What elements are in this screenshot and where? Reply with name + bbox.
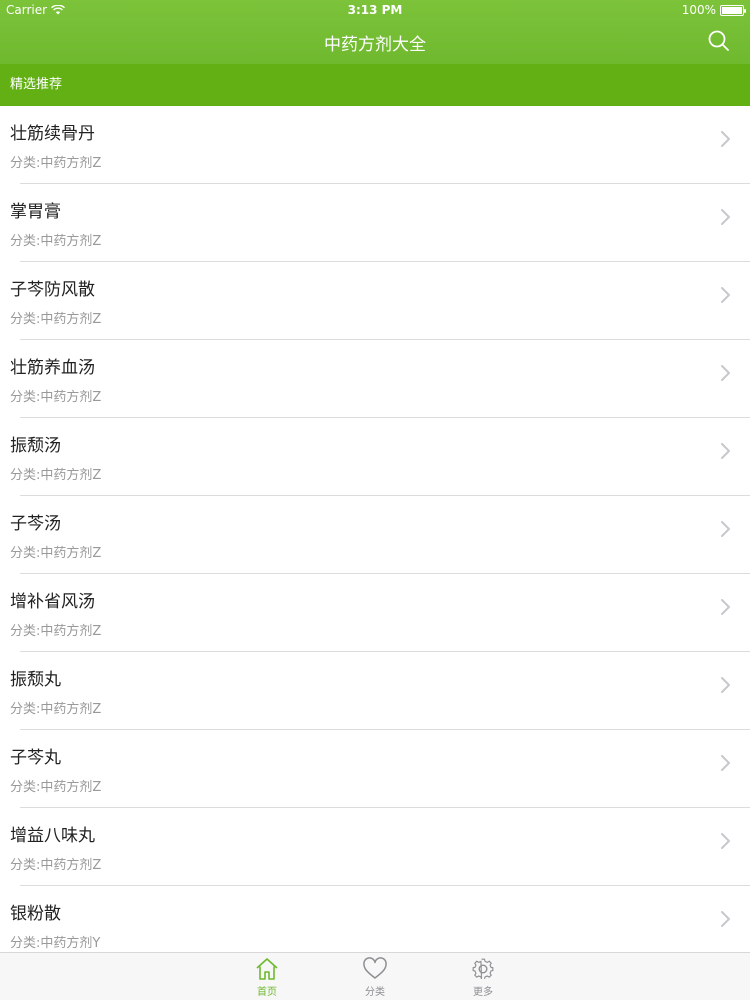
list-item-title: 振颓丸 bbox=[10, 670, 61, 690]
tab-home[interactable]: 首页 bbox=[237, 957, 297, 1000]
list-item-title: 子芩防风散 bbox=[10, 280, 95, 300]
tab-bar: 首页 分类 更多 bbox=[0, 952, 750, 1000]
chevron-right-icon bbox=[721, 755, 730, 771]
list-item-subtitle: 分类:中药方剂Z bbox=[10, 390, 102, 405]
navigation-bar: Carrier 3:13 PM 100% 中药方剂大全 bbox=[0, 0, 750, 64]
battery-icon bbox=[720, 4, 746, 16]
list-item[interactable]: 振颓丸分类:中药方剂Z bbox=[0, 652, 750, 730]
chevron-right-icon bbox=[721, 365, 730, 381]
list-item-subtitle: 分类:中药方剂Z bbox=[10, 156, 102, 171]
chevron-right-icon bbox=[721, 287, 730, 303]
list-item-title: 增益八味丸 bbox=[10, 826, 95, 846]
chevron-right-icon bbox=[721, 209, 730, 225]
list-item-title: 子芩汤 bbox=[10, 514, 61, 534]
list-item-subtitle: 分类:中药方剂Z bbox=[10, 780, 102, 795]
battery-fill bbox=[722, 6, 742, 14]
search-button[interactable] bbox=[706, 28, 732, 54]
tab-category-label: 分类 bbox=[365, 987, 385, 998]
tab-home-label: 首页 bbox=[257, 987, 277, 998]
list-item-title: 壮筋养血汤 bbox=[10, 358, 95, 378]
chevron-right-icon bbox=[721, 833, 730, 849]
list-item[interactable]: 壮筋养血汤分类:中药方剂Z bbox=[0, 340, 750, 418]
chevron-right-icon bbox=[721, 521, 730, 537]
list-item-title: 掌胃膏 bbox=[10, 202, 61, 222]
list-item-title: 振颓汤 bbox=[10, 436, 61, 456]
list-item-title: 壮筋续骨丹 bbox=[10, 124, 95, 144]
list-item-subtitle: 分类:中药方剂Z bbox=[10, 624, 102, 639]
list-item-subtitle: 分类:中药方剂Z bbox=[10, 702, 102, 717]
tab-category[interactable]: 分类 bbox=[345, 957, 405, 1000]
search-icon bbox=[708, 30, 729, 51]
list-item[interactable]: 子芩防风散分类:中药方剂Z bbox=[0, 262, 750, 340]
list-item[interactable]: 子芩丸分类:中药方剂Z bbox=[0, 730, 750, 808]
chevron-right-icon bbox=[721, 599, 730, 615]
list-item-subtitle: 分类:中药方剂Z bbox=[10, 858, 102, 873]
battery-percent: 100% bbox=[681, 3, 716, 17]
list-item[interactable]: 掌胃膏分类:中药方剂Z bbox=[0, 184, 750, 262]
home-icon bbox=[256, 958, 278, 980]
recipe-list: 壮筋续骨丹 分类:中药方剂Z 掌胃膏 分类:中药方剂Z 子芩防风散 分类:中药方剂Z 壮筋养… bbox=[0, 106, 750, 964]
list-item[interactable]: 增补省风汤分类:中药方剂Z bbox=[0, 574, 750, 652]
section-header: 精选推荐 bbox=[0, 64, 750, 106]
list-item-subtitle: 分类:中药方剂Z bbox=[10, 546, 102, 561]
chevron-right-icon bbox=[721, 677, 730, 693]
status-bar: Carrier 3:13 PM 100% bbox=[0, 0, 750, 20]
tab-more[interactable]: 更多 bbox=[453, 957, 513, 1000]
list-item-title: 增补省风汤 bbox=[10, 592, 95, 612]
list-item-title: 银粉散 bbox=[10, 904, 61, 924]
list-item[interactable]: 子芩汤分类:中药方剂Z bbox=[0, 496, 750, 574]
chevron-right-icon bbox=[721, 911, 730, 927]
chevron-right-icon bbox=[721, 443, 730, 459]
tab-more-label: 更多 bbox=[473, 987, 493, 998]
list-item[interactable]: 增益八味丸分类:中药方剂Z bbox=[0, 808, 750, 886]
list-item-subtitle: 分类:中药方剂Y bbox=[10, 936, 101, 951]
battery-status: 100% bbox=[681, 3, 746, 17]
status-time: 3:13 PM bbox=[347, 3, 403, 17]
list-item[interactable]: 壮筋续骨丹分类:中药方剂Z bbox=[0, 106, 750, 184]
page-title: 中药方剂大全 bbox=[324, 35, 426, 55]
list-item-title: 子芩丸 bbox=[10, 748, 61, 768]
list-item-subtitle: 分类:中药方剂Z bbox=[10, 234, 102, 249]
gear-icon bbox=[472, 958, 494, 980]
chevron-right-icon bbox=[721, 131, 730, 147]
list-item[interactable]: 振颓汤分类:中药方剂Z bbox=[0, 418, 750, 496]
list-item-subtitle: 分类:中药方剂Z bbox=[10, 468, 102, 483]
heart-icon bbox=[363, 957, 387, 979]
list-item-subtitle: 分类:中药方剂Z bbox=[10, 312, 102, 327]
